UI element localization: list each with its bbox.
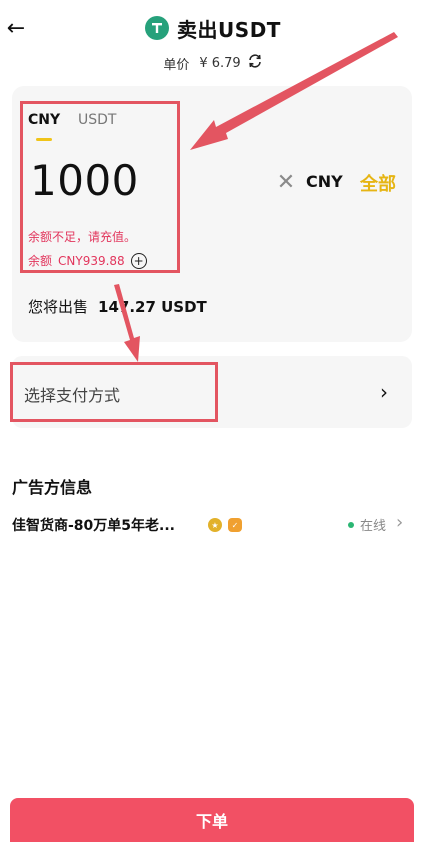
merchant-name[interactable]: 佳智货商-80万单5年老...: [12, 515, 175, 535]
refresh-icon[interactable]: [247, 53, 263, 73]
advertiser-chevron-icon[interactable]: ›: [396, 512, 403, 533]
clear-icon[interactable]: ✕: [276, 170, 296, 195]
currency-unit: CNY: [306, 172, 343, 191]
annotation-box-amount: [20, 101, 180, 273]
shield-badge-icon: ✓: [228, 518, 242, 532]
advertiser-section-title: 广告方信息: [12, 478, 93, 497]
online-status: 在线: [348, 515, 386, 534]
tether-icon: [145, 16, 170, 40]
online-dot-icon: [348, 521, 354, 528]
sell-value: 147.27 USDT: [98, 298, 207, 316]
unit-price-label: 单价: [163, 57, 190, 73]
unit-price-value: ¥ 6.79: [199, 55, 241, 71]
chevron-right-icon[interactable]: ›: [380, 380, 388, 404]
sell-label: 您将出售: [28, 298, 89, 316]
page-title: 卖出USDT: [177, 17, 281, 42]
place-order-button[interactable]: 下单: [10, 798, 414, 842]
sell-summary: 您将出售 147.27 USDT: [28, 296, 207, 317]
all-button[interactable]: 全部: [360, 170, 396, 196]
unit-price-row: 单价 ¥ 6.79: [0, 52, 426, 74]
annotation-box-payment: [10, 362, 218, 422]
page-header: 卖出USDT: [0, 12, 426, 44]
verified-badge-icon: ★: [208, 518, 222, 532]
online-status-label: 在线: [360, 519, 387, 534]
